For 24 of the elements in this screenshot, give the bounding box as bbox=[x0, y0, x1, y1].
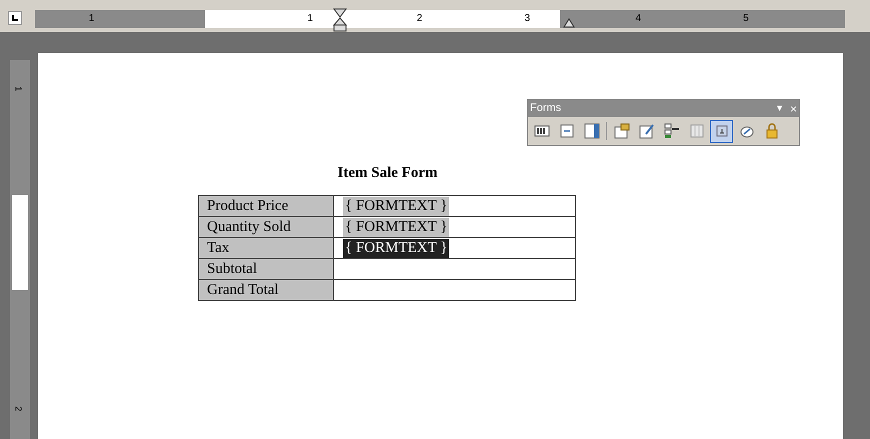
form-title: Item Sale Form bbox=[336, 164, 438, 183]
ruler-number: 3 bbox=[524, 12, 530, 26]
form-field[interactable]: { FORMTEXT } bbox=[343, 218, 450, 236]
ruler-number: 5 bbox=[743, 12, 749, 26]
right-indent-icon[interactable] bbox=[563, 18, 575, 28]
shading-icon[interactable] bbox=[710, 120, 733, 142]
form-field[interactable]: { FORMTEXT } bbox=[343, 238, 450, 258]
ruler-number: 4 bbox=[635, 12, 641, 26]
ruler-number: 1 bbox=[307, 12, 313, 26]
ruler-number: 2 bbox=[416, 12, 422, 26]
toolbar-title: Forms bbox=[530, 101, 562, 116]
row-label-cell: Subtotal bbox=[198, 258, 334, 280]
ruler-number: 1 bbox=[12, 86, 24, 92]
form-field[interactable]: { FORMTEXT } bbox=[343, 196, 450, 216]
row-label-cell: Grand Total bbox=[198, 280, 334, 300]
ruler-number: 1 bbox=[88, 12, 94, 26]
vertical-ruler[interactable]: 1 2 bbox=[10, 60, 30, 439]
row-label-cell: Quantity Sold bbox=[198, 216, 334, 238]
horizontal-ruler[interactable]: 1 1 2 3 4 5 bbox=[35, 10, 845, 28]
ruler-number: 2 bbox=[12, 406, 24, 412]
indent-marker-icon[interactable] bbox=[333, 8, 347, 32]
tab-stop-icon[interactable] bbox=[8, 11, 22, 25]
row-label-cell: Product Price bbox=[198, 196, 334, 216]
row-label-cell: Tax bbox=[198, 238, 334, 258]
